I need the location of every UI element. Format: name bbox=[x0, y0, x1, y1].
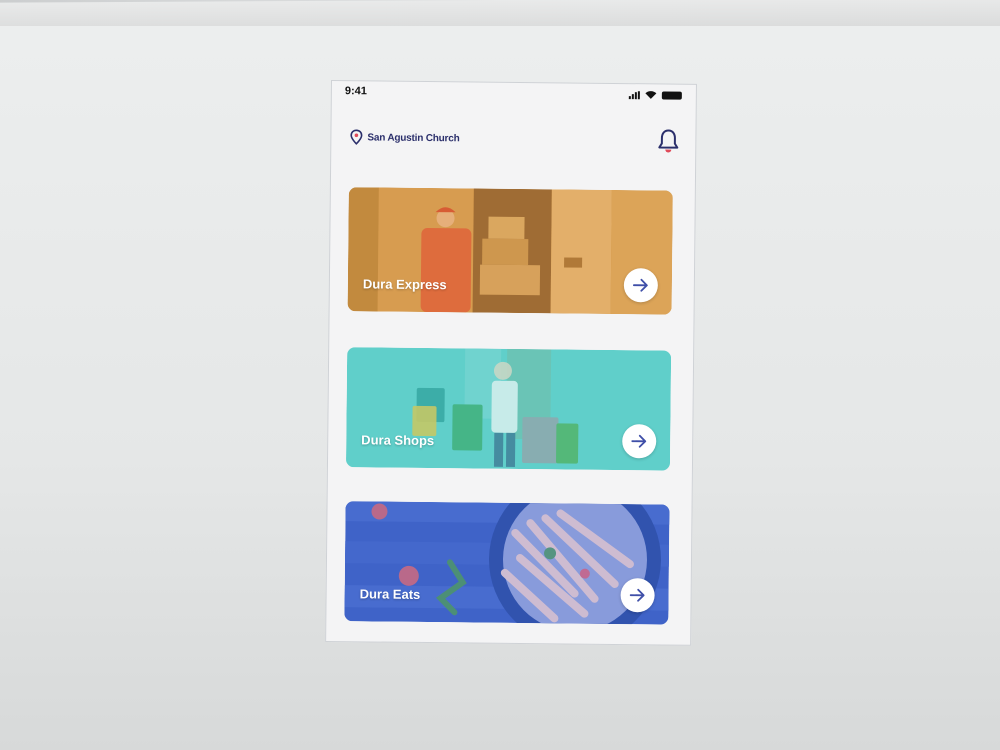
battery-icon bbox=[661, 90, 682, 100]
service-card-express[interactable]: Dura Express bbox=[347, 187, 673, 315]
bell-icon[interactable] bbox=[657, 128, 679, 154]
arrow-right-icon[interactable] bbox=[620, 578, 655, 613]
location-label: San Agustin Church bbox=[367, 131, 460, 144]
signal-icon bbox=[628, 90, 640, 99]
service-label-shops: Dura Shops bbox=[361, 432, 435, 449]
location-selector[interactable]: San Agustin Church bbox=[349, 129, 460, 146]
service-card-shops[interactable]: Dura Shops bbox=[345, 347, 672, 471]
status-icons bbox=[628, 90, 682, 100]
service-label-eats: Dura Eats bbox=[359, 586, 421, 602]
wifi-icon bbox=[645, 91, 657, 99]
arrow-right-icon[interactable] bbox=[622, 424, 657, 459]
phone-mockup: 9:41 San Agustin Church Dura Express Dur… bbox=[325, 80, 697, 646]
eats-card-image bbox=[344, 501, 670, 625]
app-header: San Agustin Church bbox=[349, 127, 679, 154]
status-bar: 9:41 bbox=[332, 81, 696, 107]
shops-card-image bbox=[345, 347, 672, 471]
status-time: 9:41 bbox=[344, 85, 367, 98]
service-label-express: Dura Express bbox=[362, 276, 447, 293]
express-card-image bbox=[347, 187, 673, 315]
location-pin-icon bbox=[350, 129, 363, 145]
service-card-eats[interactable]: Dura Eats bbox=[344, 501, 670, 625]
arrow-right-icon[interactable] bbox=[623, 268, 659, 303]
